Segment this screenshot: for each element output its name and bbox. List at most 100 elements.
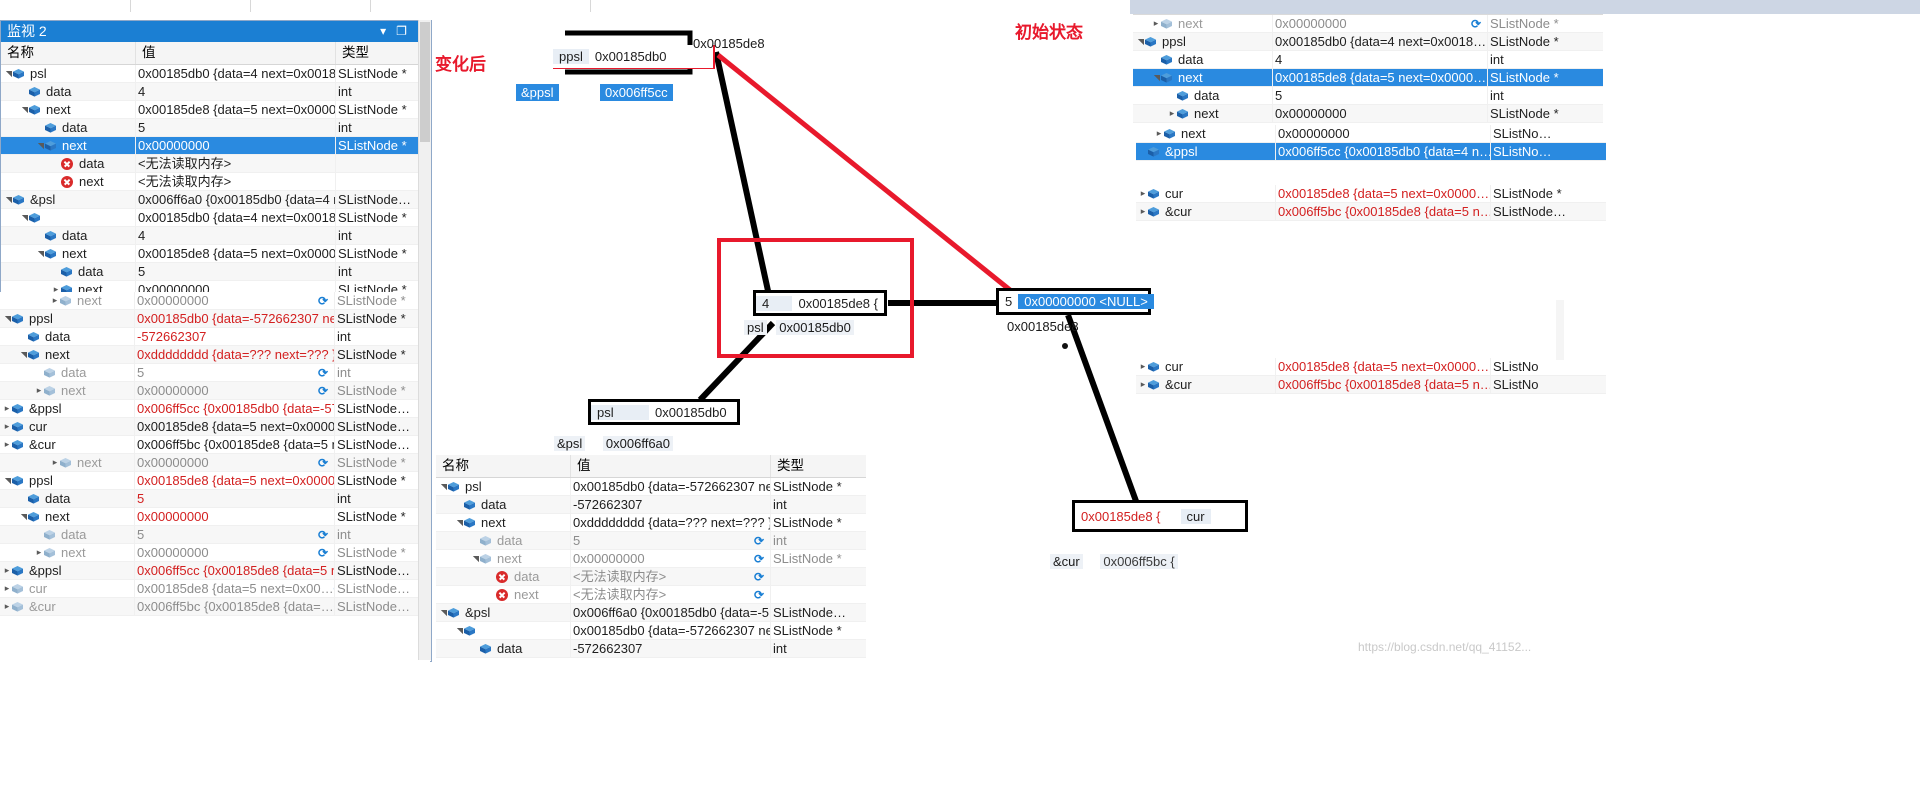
column-header-name[interactable]: 名称 (1, 42, 136, 64)
row-value-cell[interactable]: 5 (135, 489, 335, 508)
row-name-cell[interactable]: next (436, 549, 571, 568)
table-row[interactable]: next 0x00185de8 {data=5 next=0x0000…SList… (1133, 68, 1603, 87)
row-name-cell[interactable]: &ppsl (1136, 142, 1276, 161)
table-row[interactable]: next 0x00000000 ⟳SListNode * (0, 543, 430, 562)
row-value-cell[interactable]: 0x00185db0 {data=-572662307 ne… (135, 309, 335, 328)
row-name-cell[interactable]: cur (0, 417, 135, 436)
table-row[interactable]: data 5 ⟳ int (0, 363, 430, 382)
row-value-cell[interactable]: 0x00185de8 {data=5 next=0x0000… (1276, 184, 1491, 203)
table-row[interactable]: cur 0x00185de8 {data=5 next=0x00…⟳SListNo… (0, 579, 430, 598)
expander-triangle-icon[interactable] (2, 562, 12, 580)
row-name-cell[interactable]: data (436, 495, 571, 514)
row-value-cell[interactable]: 4 (136, 226, 336, 245)
expander-triangle-icon[interactable] (18, 346, 28, 364)
row-value-cell[interactable]: 0xdddddddd {data=??? next=??? } (571, 513, 771, 532)
row-value-cell[interactable]: <无法读取内存> ⟳ (571, 585, 771, 604)
expander-triangle-icon[interactable] (34, 382, 44, 400)
table-row[interactable]: 0x00185db0 {data=4 next=0x0018…SListNode… (1, 208, 431, 227)
row-name-cell[interactable]: next (0, 543, 135, 562)
row-value-cell[interactable]: 0x00185db0 {data=4 next=0x0018… (1273, 32, 1488, 51)
row-value-cell[interactable]: 0x00185de8 {data=5 next=0x0000… (1273, 68, 1488, 87)
row-name-cell[interactable]: data (436, 639, 571, 658)
expander-triangle-icon[interactable] (1154, 125, 1164, 143)
refresh-icon[interactable]: ⟳ (1471, 15, 1487, 33)
row-name-cell[interactable]: &cur (1136, 375, 1276, 394)
row-name-cell[interactable]: next (1133, 68, 1273, 87)
row-name-cell[interactable]: data (0, 363, 135, 382)
expander-triangle-icon[interactable] (35, 245, 45, 263)
row-name-cell[interactable]: data (0, 525, 135, 544)
table-row[interactable]: next <无法读取内存> ⟳ (436, 585, 866, 604)
expander-triangle-icon[interactable] (18, 508, 28, 526)
row-value-cell[interactable]: <无法读取内存> (136, 154, 336, 173)
table-row[interactable]: next 0x00000000 ⟳SListNode * (0, 453, 430, 472)
expander-triangle-icon[interactable] (1138, 376, 1148, 394)
expander-triangle-icon[interactable] (1138, 185, 1148, 203)
row-value-cell[interactable]: 0xdddddddd {data=??? next=??? } (135, 345, 335, 364)
table-row[interactable]: next 0xdddddddd {data=??? next=??? }SList… (436, 513, 866, 532)
expander-triangle-icon[interactable] (438, 478, 448, 496)
row-name-cell[interactable]: next (1, 244, 136, 263)
row-value-cell[interactable]: 0x00185de8 {data=5 next=0x0000… (136, 244, 336, 263)
expander-triangle-icon[interactable] (1138, 358, 1148, 376)
row-name-cell[interactable]: &ppsl (0, 399, 135, 418)
row-value-cell[interactable]: -572662307 (571, 495, 771, 514)
table-row[interactable]: data 5 int (1, 118, 431, 137)
row-value-cell[interactable]: 5 (1273, 86, 1488, 105)
scrollbar-right[interactable] (1556, 300, 1564, 360)
watch-window-titlebar[interactable]: 监视 2 ▾ ❐ ✕ (1, 21, 431, 42)
table-row[interactable]: data 4 int (1, 82, 431, 101)
row-value-cell[interactable]: 0x006ff5bc {0x00185de8 {data=5 n… (1276, 375, 1491, 394)
table-row[interactable]: cur 0x00185de8 {data=5 next=0x0000…SListN… (0, 417, 430, 436)
row-name-cell[interactable]: next (0, 453, 135, 472)
row-name-cell[interactable] (1, 208, 136, 227)
expander-triangle-icon[interactable] (19, 209, 29, 227)
row-name-cell[interactable]: ppsl (1133, 32, 1273, 51)
table-row[interactable]: next <无法读取内存> (1, 172, 431, 191)
table-row[interactable]: data 5 int (1133, 86, 1603, 105)
row-value-cell[interactable]: 0x00185de8 {data=5 next=0x0000… (135, 417, 335, 436)
table-row[interactable]: &psl 0x006ff6a0 {0x00185db0 {data=4 n…SLi… (1, 190, 431, 209)
refresh-icon[interactable]: ⟳ (318, 292, 334, 310)
row-value-cell[interactable]: 0x006ff5cc {0x00185db0 {data=-57… (135, 399, 335, 418)
table-row[interactable]: &psl 0x006ff6a0 {0x00185db0 {data=-5…SLis… (436, 603, 866, 622)
expander-triangle-icon[interactable] (438, 604, 448, 622)
table-row[interactable]: data 4 int (1133, 50, 1603, 69)
refresh-icon[interactable]: ⟳ (754, 568, 770, 586)
table-row[interactable]: next 0x00185de8 {data=5 next=0x0000…SList… (1, 244, 431, 263)
row-name-cell[interactable]: &ppsl (0, 561, 135, 580)
table-row[interactable]: next 0xdddddddd {data=??? next=??? }SList… (0, 345, 430, 364)
expander-triangle-icon[interactable] (34, 544, 44, 562)
table-row[interactable]: ppsl 0x00185de8 {data=5 next=0x0000…SList… (0, 471, 430, 490)
row-name-cell[interactable]: next (0, 381, 135, 400)
table-row[interactable]: data -572662307 int (0, 327, 430, 346)
row-value-cell[interactable]: 0x00000000 ⟳ (1273, 14, 1488, 33)
expander-triangle-icon[interactable] (1135, 33, 1145, 51)
row-value-cell[interactable]: 5 ⟳ (135, 363, 335, 382)
row-value-cell[interactable]: 0x00185de8 {data=5 next=0x00…⟳ (135, 579, 335, 598)
expander-triangle-icon[interactable] (50, 292, 60, 310)
table-row[interactable]: &cur 0x006ff5bc {0x00185de8 {data=…⟳SList… (0, 597, 430, 616)
expander-triangle-icon[interactable] (3, 191, 13, 209)
row-name-cell[interactable]: next (1, 100, 136, 119)
row-name-cell[interactable]: cur (1136, 184, 1276, 203)
table-row[interactable]: next 0x00000000 SListNode * (1, 136, 431, 155)
row-name-cell[interactable]: next (1, 136, 136, 155)
column-header-value[interactable]: 值 (136, 42, 336, 64)
row-name-cell[interactable]: psl (1, 64, 136, 83)
row-name-cell[interactable]: cur (1136, 357, 1276, 376)
expander-triangle-icon[interactable] (1151, 69, 1161, 87)
row-value-cell[interactable]: 5 ⟳ (571, 531, 771, 550)
row-value-cell[interactable]: 0x00000000 (1273, 104, 1488, 123)
table-row[interactable]: data 5 int (0, 489, 430, 508)
row-name-cell[interactable]: data (1, 82, 136, 101)
row-name-cell[interactable]: data (436, 531, 571, 550)
expander-triangle-icon[interactable] (2, 436, 12, 454)
dropdown-icon[interactable]: ▾ (380, 21, 386, 42)
column-header-value-bottom[interactable]: 值 (571, 455, 771, 477)
table-row[interactable]: next 0x00000000 ⟳SListNode * (0, 291, 430, 310)
row-value-cell[interactable]: <无法读取内存> (136, 172, 336, 191)
row-value-cell[interactable]: 5 ⟳ (135, 525, 335, 544)
row-name-cell[interactable]: &cur (0, 597, 135, 616)
row-value-cell[interactable]: 4 (136, 82, 336, 101)
